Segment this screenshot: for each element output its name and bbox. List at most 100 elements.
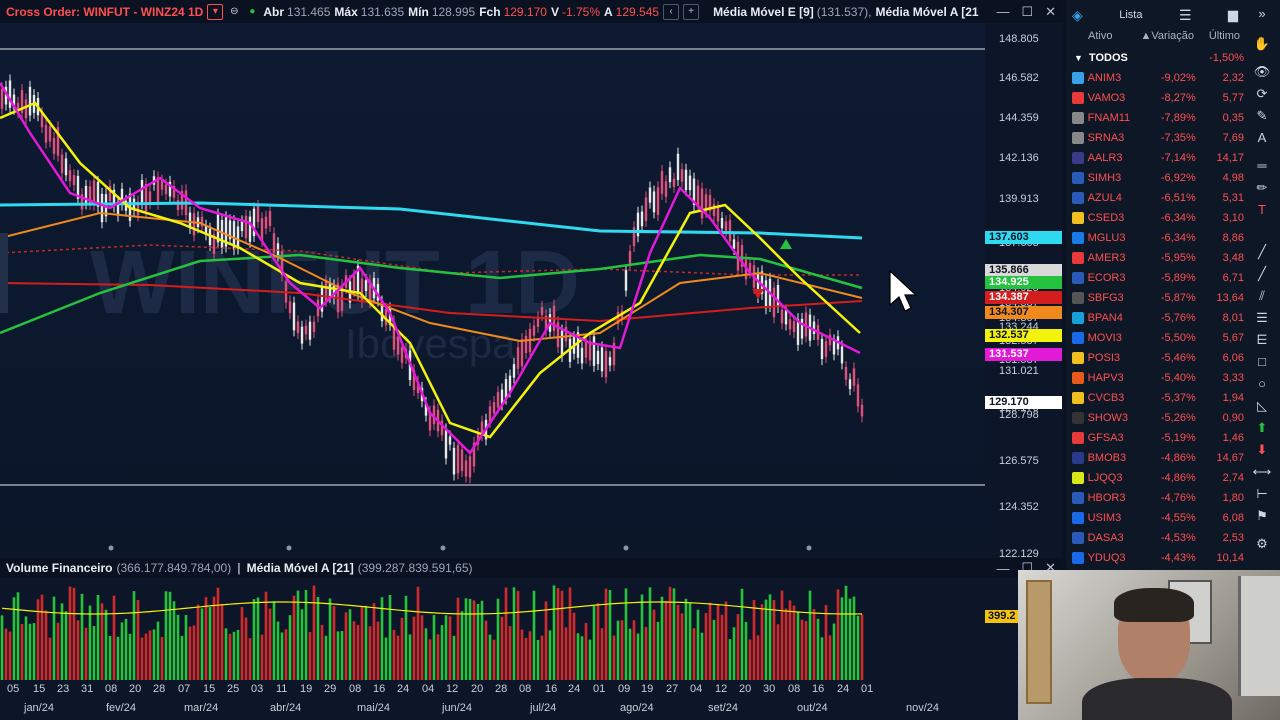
- watchlist-last: 10,14: [1216, 552, 1245, 564]
- watchlist-row[interactable]: HBOR3 -4,76% 1,80: [1066, 488, 1244, 508]
- volume-bar: [412, 616, 416, 680]
- watchlist-symbol: ECOR3: [1087, 272, 1126, 284]
- chart-symbol[interactable]: Cross Order: WINFUT - WINZ24 1D: [6, 5, 203, 19]
- watchlist-row[interactable]: ECOR3 -5,89% 6,71: [1066, 268, 1244, 288]
- minimize-icon[interactable]: —: [996, 4, 1009, 19]
- indicator1-label: Média Móvel E [9]: [713, 4, 814, 19]
- symbol-dropdown-icon[interactable]: ▾: [207, 3, 224, 20]
- volume-bar: [192, 625, 196, 680]
- watchlist-row[interactable]: CSED3 -6,34% 3,10: [1066, 208, 1244, 228]
- volume-minimize-icon[interactable]: —: [996, 561, 1009, 576]
- folder-icon[interactable]: ▆: [1228, 7, 1238, 23]
- volume-bar: [628, 628, 632, 680]
- volume-pane[interactable]: [0, 578, 985, 680]
- watchlist-row[interactable]: SIMH3 -6,92% 4,98: [1066, 168, 1244, 188]
- watchlist-row[interactable]: POSI3 -5,46% 6,06: [1066, 348, 1244, 368]
- price-scale[interactable]: 148.805 146.582 144.359 142.136 139.913 137.6…: [985, 23, 1062, 560]
- rectangle-icon[interactable]: □: [1252, 354, 1272, 372]
- circle-icon[interactable]: ○: [1252, 376, 1272, 394]
- stock-logo-icon: [1072, 232, 1084, 244]
- pen-icon[interactable]: ✎: [1252, 108, 1272, 126]
- measure-icon[interactable]: ⟷: [1252, 464, 1272, 482]
- pencil-icon[interactable]: ✏: [1252, 180, 1272, 198]
- watchlist-row[interactable]: BPAN4 -5,76% 8,01: [1066, 308, 1244, 328]
- hand-icon[interactable]: ✋: [1252, 36, 1272, 54]
- watchlist-row[interactable]: HAPV3 -5,40% 3,33: [1066, 368, 1244, 388]
- col-ultimo[interactable]: Último: [1194, 30, 1240, 48]
- watchlist-row[interactable]: MOVI3 -5,50% 5,67: [1066, 328, 1244, 348]
- ray-icon[interactable]: ╱: [1252, 266, 1272, 284]
- text-icon[interactable]: T: [1252, 202, 1272, 220]
- volume-bar: [28, 623, 32, 680]
- volume-bar: [716, 604, 720, 680]
- price-chart-pane[interactable]: WINFUT 1D Ibovespa: [0, 23, 985, 555]
- candle-body: [292, 302, 296, 331]
- candle-body: [652, 191, 656, 213]
- candle-body: [256, 205, 260, 222]
- watchlist-row[interactable]: VAMO3 -8,27% 5,77: [1066, 88, 1244, 108]
- watchlist-row[interactable]: MGLU3 -6,34% 8,86: [1066, 228, 1244, 248]
- watchlist-row[interactable]: SRNA3 -7,35% 7,69: [1066, 128, 1244, 148]
- volume-bar: [524, 637, 528, 680]
- down-arrow-icon[interactable]: ⬇: [1252, 442, 1272, 460]
- watchlist-row[interactable]: AZUL4 -6,51% 5,31: [1066, 188, 1244, 208]
- volume-bar: [520, 629, 524, 680]
- triangle-icon[interactable]: ◺: [1252, 398, 1272, 416]
- trendline-icon[interactable]: ╱: [1252, 244, 1272, 262]
- fibonacci-icon[interactable]: ☰: [1252, 310, 1272, 328]
- watchlist-row[interactable]: USIM3 -4,55% 6,08: [1066, 508, 1244, 528]
- watchlist-row[interactable]: SHOW3 -5,26% 0,90: [1066, 408, 1244, 428]
- collapse-arrow-icon[interactable]: ▼: [1074, 53, 1083, 63]
- watchlist-row[interactable]: FNAM11 -7,89% 0,35: [1066, 108, 1244, 128]
- left-drawer-handle[interactable]: [0, 233, 8, 313]
- collapse-icon[interactable]: ‹: [663, 3, 680, 20]
- watchlist-row[interactable]: ANIM3 -9,02% 2,32: [1066, 68, 1244, 88]
- watchlist-row[interactable]: AMER3 -5,95% 3,48: [1066, 248, 1244, 268]
- date-day-label: 24: [568, 683, 581, 695]
- maximize-icon[interactable]: ☐: [1021, 4, 1033, 20]
- minus-circle-icon[interactable]: ⊖: [227, 5, 241, 19]
- watchlist-change: -6,51%: [1160, 192, 1196, 204]
- refresh-icon[interactable]: ⟳: [1252, 86, 1272, 104]
- volume-bar: [676, 604, 680, 680]
- flag-icon[interactable]: ⚑: [1252, 508, 1272, 526]
- up-arrow-icon[interactable]: ⬆: [1252, 420, 1272, 438]
- volume-bar: [556, 588, 560, 680]
- volume-bar: [256, 597, 260, 680]
- close-icon[interactable]: ✕: [1045, 4, 1056, 20]
- settings-gear-icon[interactable]: ⚙: [1252, 536, 1272, 554]
- volume-bar: [548, 630, 552, 680]
- ruler-icon[interactable]: ⊢: [1252, 486, 1272, 504]
- col-variacao[interactable]: ▲Variação: [1134, 30, 1195, 48]
- watchlist-row[interactable]: GFSA3 -5,19% 1,46: [1066, 428, 1244, 448]
- pitchfork-icon[interactable]: ⋿: [1252, 332, 1272, 350]
- watchlist-row[interactable]: DASA3 -4,53% 2,53: [1066, 528, 1244, 548]
- stock-logo-icon: [1072, 392, 1084, 404]
- volume-bar: [132, 591, 136, 680]
- layers-icon[interactable]: ◈: [1072, 7, 1083, 24]
- add-icon[interactable]: +: [683, 3, 700, 20]
- watchlist-row[interactable]: BMOB3 -4,86% 14,67: [1066, 448, 1244, 468]
- date-axis[interactable]: 05 15 23 31 08 20 28 07 15 25 03 11 19 29 08 16 24 04 12 20…: [0, 680, 985, 720]
- watchlist-row[interactable]: CVCB3 -5,37% 1,94: [1066, 388, 1244, 408]
- volume-chart-svg[interactable]: [0, 578, 985, 680]
- volume-bar: [528, 631, 532, 680]
- watchlist-tab[interactable]: Lista: [1119, 9, 1142, 21]
- horizontal-line-icon[interactable]: ═: [1252, 158, 1272, 176]
- stock-logo-icon: [1072, 512, 1084, 524]
- chevron-right-icon[interactable]: »: [1252, 6, 1272, 24]
- watchlist-group[interactable]: ▼ TODOS -1,50%: [1066, 48, 1244, 68]
- eye-icon[interactable]: 👁: [1252, 64, 1272, 82]
- price-chart-svg[interactable]: WINFUT 1D Ibovespa: [0, 23, 985, 555]
- text-tool-icon[interactable]: A: [1252, 130, 1272, 148]
- watchlist-row[interactable]: LJQQ3 -4,86% 2,74: [1066, 468, 1244, 488]
- volume-bar: [620, 620, 624, 680]
- watchlist-row[interactable]: YDUQ3 -4,43% 10,14: [1066, 548, 1244, 568]
- watchlist-row[interactable]: AALR3 -7,14% 14,17: [1066, 148, 1244, 168]
- list-menu-icon[interactable]: ☰: [1179, 7, 1192, 24]
- stock-logo-icon: [1072, 132, 1084, 144]
- col-ativo[interactable]: Ativo: [1066, 30, 1134, 48]
- channel-icon[interactable]: ⫽: [1252, 288, 1272, 306]
- watchlist-row[interactable]: SBFG3 -5,87% 13,64: [1066, 288, 1244, 308]
- watchlist-symbol: CVCB3: [1087, 392, 1125, 404]
